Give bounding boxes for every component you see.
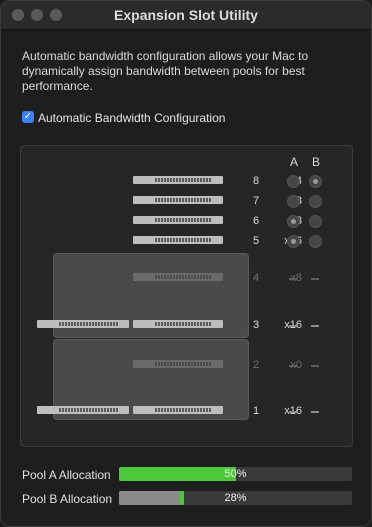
pcie-card-slot-6 [133,216,223,224]
slot-3-pool-a-dash [289,325,297,327]
slot-1-pool-a-dash [289,411,297,413]
pool-b-bar: 28% [119,491,352,505]
slot-number: 8 [253,175,260,187]
slot-number: 5 [253,235,260,247]
auto-config-checkbox[interactable]: ✓ [22,111,34,123]
slot-number: 3 [253,319,260,331]
slot-7-pool-b-radio[interactable] [309,195,322,208]
pcie-card-slot-3-right [133,320,223,328]
pcie-card-slot-8 [133,176,223,184]
window-title: Expansion Slot Utility [114,7,258,23]
slot-8-pool-b-radio[interactable] [309,175,322,188]
slot-6-pool-a-radio[interactable] [287,215,300,228]
pool-b-percent: 28% [224,492,247,504]
slot-5-pool-a-radio[interactable] [287,235,300,248]
description-text: Automatic bandwidth configuration allows… [22,49,309,93]
slot-2-pool-a-dash [289,365,297,367]
pcie-card-slot-5 [133,236,223,244]
column-header-a: A [290,155,299,169]
slot-3-pool-b-dash [311,325,319,327]
pcie-card-slot-1-right [133,406,223,414]
pcie-card-slot-7 [133,196,223,204]
slot-number: 2 [253,359,260,371]
column-header-b: B [312,155,321,169]
slot-6-pool-b-radio[interactable] [309,215,322,228]
checkmark-icon: ✓ [23,111,33,122]
slot-panel: A B 8 x4 7 x8 6 x8 5 x16 4 x8 [20,145,353,447]
slot-number: 6 [253,215,260,227]
pool-b-label: Pool B Allocation [22,492,113,506]
slot-4-pool-a-dash [289,278,297,280]
slot-5-pool-b-radio[interactable] [309,235,322,248]
slot-number: 4 [253,272,260,284]
auto-config-label[interactable]: Automatic Bandwidth Configuration [38,111,225,125]
pcie-card-slot-4 [133,273,223,281]
pool-a-percent: 50% [224,468,247,480]
pool-a-bar: 50% [119,467,352,481]
slot-number: 1 [253,405,260,417]
slot-7-pool-a-radio[interactable] [287,195,300,208]
title-bar: Expansion Slot Utility [1,1,371,30]
slot-4-pool-b-dash [311,278,319,280]
pool-a-label: Pool A Allocation [22,468,111,482]
slot-1-pool-b-dash [311,411,319,413]
pcie-card-slot-1-left [37,406,129,414]
pcie-card-slot-3-left [37,320,129,328]
expansion-slot-window: Expansion Slot Utility Automatic bandwid… [0,0,372,527]
slot-number: 7 [253,195,260,207]
slot-2-pool-b-dash [311,365,319,367]
pcie-card-slot-2 [133,360,223,368]
slot-8-pool-a-radio[interactable] [287,175,300,188]
